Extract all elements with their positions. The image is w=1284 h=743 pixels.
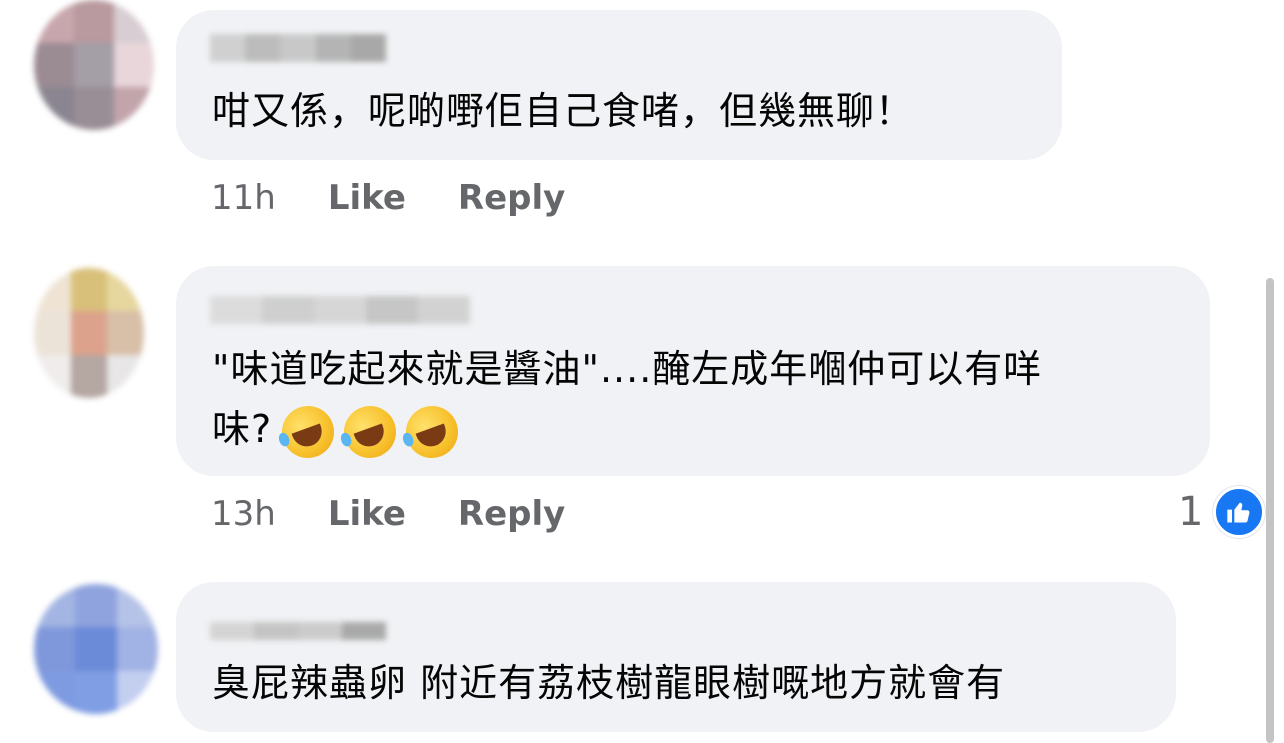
author-name-redacted[interactable]: [210, 622, 386, 640]
comment-bubble: "味道吃起來就是醬油"....醃左成年嗰仲可以有咩 味?: [176, 266, 1210, 476]
author-name-redacted[interactable]: [210, 296, 470, 324]
rolling-on-floor-laughing-emoji: [274, 398, 342, 465]
comment-time[interactable]: 11h: [211, 178, 276, 218]
comment-actions: 13h Like Reply: [211, 494, 617, 534]
scrollbar[interactable]: [1266, 278, 1274, 743]
rolling-on-floor-laughing-emoji: [398, 398, 466, 465]
author-name-redacted[interactable]: [210, 34, 386, 62]
reaction-summary[interactable]: 1: [1178, 486, 1266, 538]
comment-text-line-1: "味道吃起來就是醬油"....醃左成年嗰仲可以有咩: [212, 347, 1043, 391]
comment-time[interactable]: 13h: [211, 494, 276, 534]
comment-bubble: 臭屁辣蟲卵 附近有荔枝樹龍眼樹嘅地方就會有: [176, 582, 1176, 732]
reaction-count: 1: [1178, 489, 1204, 535]
comment-text-line-2: 味?: [212, 398, 466, 465]
avatar[interactable]: [34, 268, 144, 398]
comment-text-line-2-text: 味?: [212, 407, 273, 451]
like-button[interactable]: Like: [328, 178, 406, 218]
reply-button[interactable]: Reply: [458, 178, 565, 218]
like-button[interactable]: Like: [328, 494, 406, 534]
avatar[interactable]: [34, 584, 158, 714]
avatar[interactable]: [34, 0, 154, 130]
comment-bubble: 咁又係，呢啲嘢佢自己食啫，但幾無聊！: [176, 10, 1062, 160]
thumbs-up-icon: [1213, 486, 1266, 538]
comment-text: 咁又係，呢啲嘢佢自己食啫，但幾無聊！: [212, 89, 915, 133]
reply-button[interactable]: Reply: [458, 494, 565, 534]
comment-text: 臭屁辣蟲卵 附近有荔枝樹龍眼樹嘅地方就會有: [212, 661, 1006, 705]
rolling-on-floor-laughing-emoji: [336, 398, 404, 465]
comment-actions: 11h Like Reply: [211, 178, 617, 218]
